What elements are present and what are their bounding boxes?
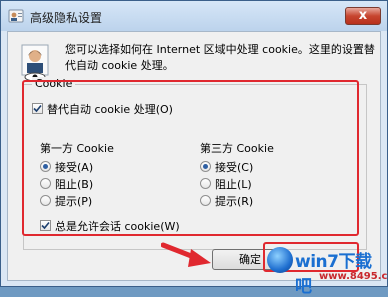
watermark-url: www.8495.com: [319, 271, 388, 282]
windows-logo-icon: [267, 247, 293, 273]
close-button[interactable]: x: [345, 7, 381, 25]
highlight-frame: [22, 80, 359, 236]
description-text: 您可以选择如何在 Internet 区域中处理 cookie。这里的设置替代自动…: [65, 43, 375, 72]
title-bar[interactable]: 高级隐私设置 x: [1, 1, 387, 31]
watermark: win7下载吧 www.8495.com: [263, 243, 388, 297]
advanced-privacy-dialog: 高级隐私设置 x 您可以选择如何在 Internet 区域中处理 cookie。…: [0, 0, 388, 297]
red-arrow-icon: [161, 242, 211, 267]
close-icon: x: [358, 8, 368, 23]
window-title: 高级隐私设置: [30, 11, 103, 25]
privacy-app-icon: [8, 9, 24, 23]
